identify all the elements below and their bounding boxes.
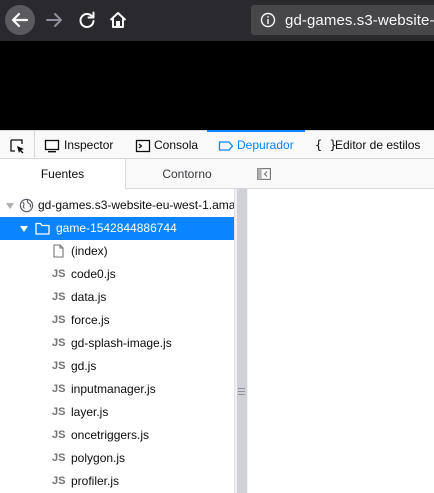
globe-icon <box>19 198 34 213</box>
triangle-down-icon <box>20 226 28 232</box>
tree-file-label: oncetriggers.js <box>71 428 150 442</box>
scrollbar-thumb[interactable] <box>237 189 247 493</box>
js-icon: JS <box>52 406 66 418</box>
triangle-down-icon <box>6 203 14 209</box>
element-picker-icon <box>10 139 24 154</box>
url-text: gd-games.s3-website-eu <box>285 12 434 29</box>
tree-folder-label: game-1542844886744 <box>56 221 177 235</box>
sources-scrollbar[interactable] <box>234 189 248 493</box>
tab-debugger-label: Depurador <box>237 138 294 152</box>
browser-toolbar: gd-games.s3-website-eu <box>0 0 434 41</box>
sources-tree: gd-games.s3-website-eu-west-1.amazonaws.… <box>0 189 234 493</box>
console-icon <box>135 139 151 153</box>
braces-icon: { } <box>315 138 337 152</box>
arrow-left-icon <box>11 12 29 28</box>
tree-file[interactable]: JS oncetriggers.js <box>0 424 234 447</box>
tab-outline[interactable]: Contorno <box>126 159 248 189</box>
tree-file-label: gd.js <box>71 359 97 373</box>
tab-inspector[interactable]: Inspector <box>34 131 120 159</box>
tree-file[interactable]: JS polygon.js <box>0 447 234 470</box>
js-icon: JS <box>52 475 66 487</box>
js-icon: JS <box>52 360 66 372</box>
home-button[interactable] <box>103 5 133 35</box>
sidebar-toggle-icon[interactable] <box>257 168 271 180</box>
inspector-icon <box>44 139 60 153</box>
tab-style-editor-label: Editor de estilos <box>335 138 421 152</box>
url-bar[interactable]: gd-games.s3-website-eu <box>251 5 434 35</box>
tree-file[interactable]: JS inputmanager.js <box>0 378 234 401</box>
scrollbar-grip-icon <box>238 388 245 397</box>
tree-file[interactable]: JS code0.js <box>0 263 234 286</box>
tree-file-label: (index) <box>71 244 108 258</box>
devtools-toolbar: Inspector Consola Depurador { } Editor d… <box>0 130 434 159</box>
folder-icon <box>35 222 50 235</box>
tree-file-index[interactable]: (index) <box>0 240 234 263</box>
tree-file[interactable]: JS layer.js <box>0 401 234 424</box>
reload-icon <box>79 11 95 28</box>
tree-file[interactable]: JS gd-splash-image.js <box>0 332 234 355</box>
tab-debugger[interactable]: Depurador <box>207 130 305 159</box>
tab-console-label: Consola <box>154 138 199 152</box>
js-icon: JS <box>52 337 66 349</box>
js-icon: JS <box>52 452 66 464</box>
tab-console[interactable]: Consola <box>127 131 207 159</box>
tree-file-label: profiler.js <box>71 474 120 488</box>
sources-panel: Fuentes Contorno gd-games.s3-website-eu-… <box>0 159 248 493</box>
sources-tabs: Fuentes Contorno <box>0 159 248 189</box>
js-icon: JS <box>52 291 66 303</box>
tab-sources[interactable]: Fuentes <box>0 159 126 189</box>
js-icon: JS <box>52 314 66 326</box>
forward-button[interactable] <box>40 5 70 35</box>
arrow-right-icon <box>46 13 62 27</box>
home-icon <box>109 12 127 28</box>
tree-file[interactable]: JS data.js <box>0 286 234 309</box>
editor-toolbar <box>248 159 434 189</box>
editor-pane <box>248 159 434 493</box>
tree-file-label: data.js <box>71 290 107 304</box>
js-icon: JS <box>52 383 66 395</box>
tree-file-label: gd-splash-image.js <box>71 336 172 350</box>
page-content <box>0 41 434 130</box>
tree-file-label: code0.js <box>71 267 116 281</box>
tree-file[interactable]: JS force.js <box>0 309 234 332</box>
tree-file[interactable]: JS profiler.js <box>0 470 234 493</box>
back-button[interactable] <box>5 5 35 35</box>
tree-file-label: force.js <box>71 313 110 327</box>
js-icon: JS <box>52 268 66 280</box>
tree-root-label: gd-games.s3-website-eu-west-1.amazonaws.… <box>38 198 234 212</box>
tree-folder-game[interactable]: game-1542844886744 <box>0 217 234 240</box>
element-picker-button[interactable] <box>0 131 35 159</box>
file-icon <box>53 244 64 258</box>
tree-file-label: inputmanager.js <box>71 382 156 396</box>
debugger-icon <box>218 141 234 151</box>
tree-file[interactable]: JS gd.js <box>0 355 234 378</box>
tree-root-domain[interactable]: gd-games.s3-website-eu-west-1.amazonaws.… <box>0 194 234 217</box>
reload-button[interactable] <box>72 5 102 35</box>
tab-inspector-label: Inspector <box>64 138 114 152</box>
tab-style-editor[interactable]: { } Editor de estilos <box>305 131 434 159</box>
js-icon: JS <box>52 429 66 441</box>
info-icon[interactable] <box>260 12 276 28</box>
tree-file-label: polygon.js <box>71 451 126 465</box>
tree-file-label: layer.js <box>71 405 109 419</box>
